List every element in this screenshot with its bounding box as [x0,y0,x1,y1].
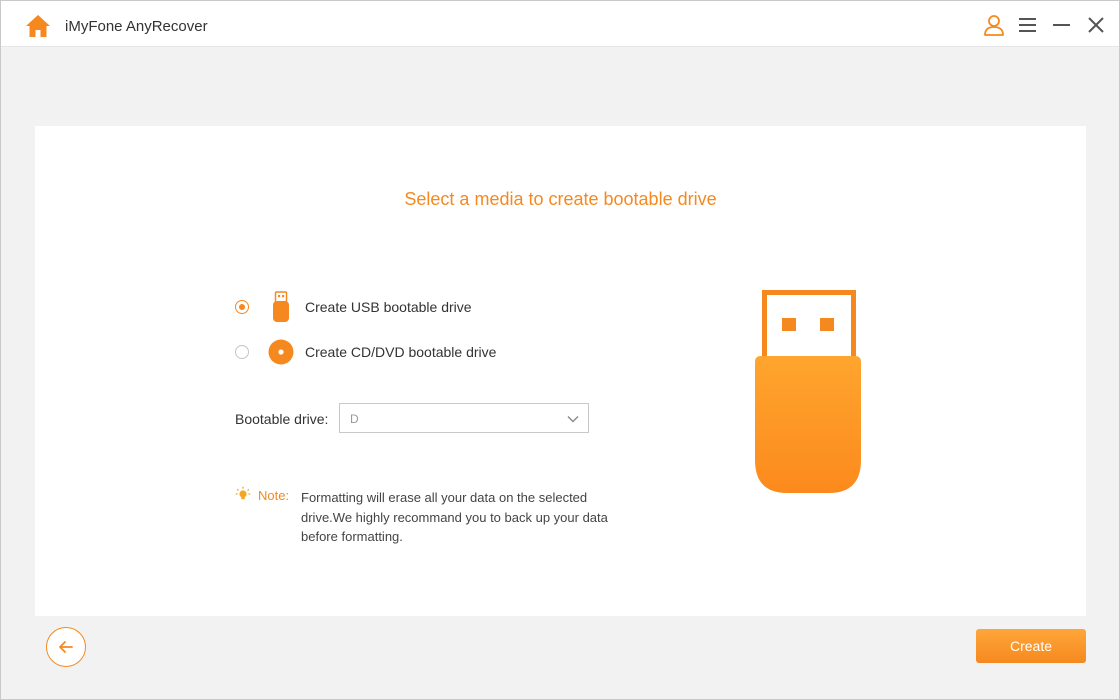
close-icon[interactable] [1085,14,1107,36]
bootable-drive-value: D [350,412,359,426]
menu-icon[interactable] [1017,14,1039,36]
option-label: Create USB bootable drive [305,299,472,315]
usb-drive-illustration [753,290,863,494]
lightbulb-icon [235,486,251,502]
app-window: iMyFone AnyRecover Select a media to cre… [0,0,1120,700]
home-icon[interactable] [25,14,51,38]
disc-icon [267,336,295,368]
app-title: iMyFone AnyRecover [65,18,208,35]
create-button[interactable]: Create [976,629,1086,663]
content-card: Select a media to create bootable drive … [35,126,1086,616]
cd-dvd-radio[interactable] [235,345,249,359]
note-title: Note: [258,488,290,503]
chevron-down-icon [566,412,580,426]
note-text: Formatting will erase all your data on t… [301,490,608,544]
page-title: Select a media to create bootable drive [404,189,717,209]
bootable-drive-label: Bootable drive: [235,411,329,427]
title-bar: iMyFone AnyRecover [1,1,1119,47]
option-label: Create CD/DVD bootable drive [305,344,497,360]
back-button[interactable] [46,627,86,667]
minimize-icon[interactable] [1051,14,1073,36]
user-icon[interactable] [983,14,1005,36]
usb-drive-icon [267,291,295,323]
bootable-drive-select[interactable]: D [339,403,589,433]
usb-radio[interactable] [235,300,249,314]
